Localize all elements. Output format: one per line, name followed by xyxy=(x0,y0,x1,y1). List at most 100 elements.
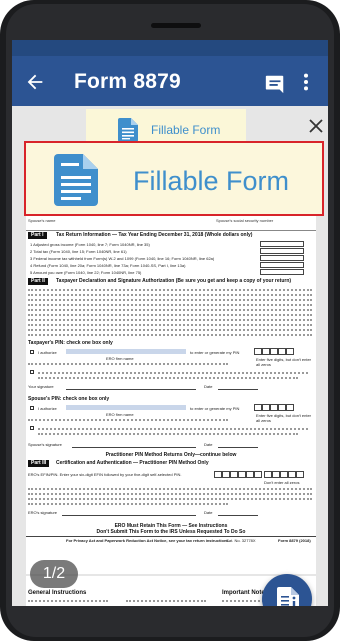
ero-firm-field[interactable] xyxy=(66,405,186,410)
declaration-text xyxy=(28,294,312,296)
efin-digit-field[interactable] xyxy=(230,471,238,478)
part1-tag: Part I xyxy=(28,232,47,239)
arrow-back-icon[interactable] xyxy=(24,71,46,93)
declaration-text xyxy=(28,498,312,500)
efin-digit-field[interactable] xyxy=(214,471,222,478)
efin-digit-field[interactable] xyxy=(246,471,254,478)
document-info-icon xyxy=(277,587,299,606)
line-item: 3 Federal income tax withheld from Form(… xyxy=(30,256,215,261)
practitioner-heading: Practitioner PIN Method Returns Only—con… xyxy=(105,452,237,458)
instruction-text xyxy=(28,600,108,602)
declaration-text xyxy=(38,433,298,435)
declaration-text xyxy=(28,419,228,421)
form-number: Form 8879 (2018) xyxy=(278,538,311,543)
option-checkbox[interactable] xyxy=(30,426,34,430)
pin-digit-field[interactable] xyxy=(286,348,294,355)
declaration-text xyxy=(38,377,298,379)
signature-line[interactable] xyxy=(66,389,196,390)
taxpayer-pin-heading: Taxpayer's PIN: check one box only xyxy=(28,340,113,346)
declaration-text xyxy=(28,363,228,365)
part2-title: Taxpayer Declaration and Signature Autho… xyxy=(56,278,292,284)
declaration-text xyxy=(28,304,312,306)
pin-digit-field[interactable] xyxy=(264,471,272,478)
declaration-text xyxy=(28,299,312,301)
pin-digit-field[interactable] xyxy=(288,471,296,478)
amount-field[interactable] xyxy=(260,255,304,261)
page-indicator: 1/2 xyxy=(30,560,78,588)
signature-line[interactable] xyxy=(72,447,196,448)
authorize-checkbox[interactable] xyxy=(30,406,34,410)
fillable-form-banner[interactable]: Fillable Form xyxy=(24,141,324,216)
date-line[interactable] xyxy=(218,389,258,390)
divider xyxy=(26,536,316,537)
pin-digit-field[interactable] xyxy=(262,348,270,355)
pin-digit-field[interactable] xyxy=(262,404,270,411)
date-label: Date xyxy=(204,384,213,389)
declaration-text xyxy=(28,329,312,331)
page-title: Form 8879 xyxy=(74,70,181,93)
amount-field[interactable] xyxy=(260,262,304,268)
form-page[interactable]: Spouse's name Spouse's social security n… xyxy=(26,216,316,606)
pin-hint: Enter five digits, but don't enter all z… xyxy=(256,357,312,367)
pin-digit-field[interactable] xyxy=(296,471,304,478)
instruction-text xyxy=(126,600,206,602)
comment-icon[interactable] xyxy=(264,73,286,95)
spouse-name-label: Spouse's name xyxy=(28,218,56,223)
ero-firm-label: ERO firm name xyxy=(106,356,134,361)
line-item: 4 Refund (Form 1040, line 20a; Form 1040… xyxy=(30,263,186,268)
signature-line[interactable] xyxy=(62,515,196,516)
amount-field[interactable] xyxy=(260,269,304,275)
efin-digit-field[interactable] xyxy=(254,471,262,478)
spouse-signature-label: Spouse's signature xyxy=(28,442,62,447)
part1-title: Tax Return Information — Tax Year Ending… xyxy=(56,232,253,238)
app-bar: Form 8879 xyxy=(12,40,328,106)
date-label: Date xyxy=(204,442,213,447)
spouse-pin-heading: Spouse's PIN: check one box only xyxy=(28,396,110,402)
declaration-text xyxy=(28,319,312,321)
ero-firm-field[interactable] xyxy=(66,349,186,354)
retain-subheading: Don't Submit This Form to the IRS Unless… xyxy=(96,529,246,535)
enter-pin-label: to enter or generate my PIN xyxy=(190,350,240,355)
efin-label: ERO's EFIN/PIN. Enter your six-digit EFI… xyxy=(28,472,182,477)
pin-digit-field[interactable] xyxy=(270,348,278,355)
pin-digit-field[interactable] xyxy=(278,404,286,411)
declaration-text xyxy=(28,309,312,311)
declaration-text xyxy=(28,289,312,291)
cat-number: Cat. No. 32778X xyxy=(226,538,256,543)
taxpayer-signature-label: Your signature xyxy=(28,384,54,389)
privacy-notice: For Privacy Act and Paperwork Reduction … xyxy=(66,538,230,543)
form-document-icon xyxy=(54,154,98,206)
app-screen: Form 8879 Fillable Form Fillable Form Sp… xyxy=(12,40,328,606)
pin-digit-field[interactable] xyxy=(254,404,262,411)
efin-digit-field[interactable] xyxy=(238,471,246,478)
close-icon[interactable] xyxy=(308,118,324,134)
pin-digit-field[interactable] xyxy=(278,348,286,355)
declaration-text xyxy=(38,372,308,374)
general-instructions-heading: General Instructions xyxy=(28,590,87,596)
pin-digit-field[interactable] xyxy=(280,471,288,478)
date-line[interactable] xyxy=(218,515,258,516)
pin-digit-field[interactable] xyxy=(270,404,278,411)
efin-digit-field[interactable] xyxy=(222,471,230,478)
date-label: Date xyxy=(204,510,213,515)
date-line[interactable] xyxy=(218,447,258,448)
amount-field[interactable] xyxy=(260,241,304,247)
spouse-info-row: Spouse's name Spouse's social security n… xyxy=(26,218,316,232)
part3-header: Part III Certification and Authenticatio… xyxy=(26,459,316,468)
part1-header: Part I Tax Return Information — Tax Year… xyxy=(26,231,316,240)
pin-digit-field[interactable] xyxy=(254,348,262,355)
declaration-text xyxy=(28,488,312,490)
amount-field[interactable] xyxy=(260,248,304,254)
option-checkbox[interactable] xyxy=(30,370,34,374)
line-item: 1 Adjusted gross income (Form 1040, line… xyxy=(30,242,150,247)
part3-tag: Part III xyxy=(28,460,50,467)
authorize-checkbox[interactable] xyxy=(30,350,34,354)
fillable-form-label: Fillable Form xyxy=(133,166,290,196)
authorize-label: I authorize xyxy=(38,406,57,411)
declaration-text xyxy=(28,493,312,495)
more-vertical-icon[interactable] xyxy=(300,71,312,93)
pin-digit-field[interactable] xyxy=(286,404,294,411)
pin-digit-field[interactable] xyxy=(272,471,280,478)
pin-hint: Enter five digits, but don't enter all z… xyxy=(256,413,312,423)
document-viewer[interactable]: Fillable Form Fillable Form Spouse's nam… xyxy=(12,106,328,606)
